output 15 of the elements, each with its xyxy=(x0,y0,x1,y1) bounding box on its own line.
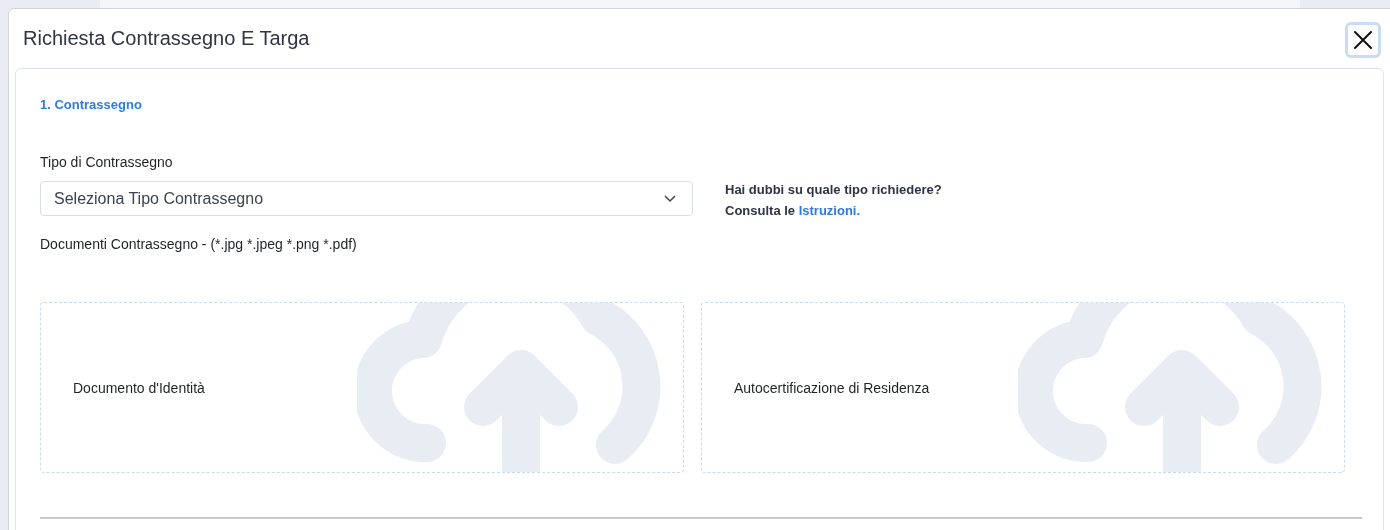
instructions-link[interactable]: Istruzioni. xyxy=(798,203,861,218)
section-heading: 1. Contrassegno xyxy=(40,97,143,112)
upload-dropzone[interactable]: Documento d'Identità xyxy=(40,302,684,473)
documents-label: Documenti Contrassegno - (*.jpg *.jpeg *.png *.pdf) xyxy=(40,236,358,252)
upload-label: Autocertificazione di Residenza xyxy=(734,379,930,396)
chevron-down-icon xyxy=(664,194,676,203)
close-button[interactable] xyxy=(1345,21,1381,58)
help-text: Consulta le Istruzioni. xyxy=(725,203,862,218)
upload-label: Documento d'Identità xyxy=(73,379,205,396)
type-select[interactable]: Seleziona Tipo Contrassegno xyxy=(40,181,693,216)
upload-dropzone[interactable]: Autocertificazione di Residenza xyxy=(701,302,1345,473)
dialog-title: Richiesta Contrassegno E Targa xyxy=(23,27,310,50)
close-icon xyxy=(1354,30,1372,49)
help-question: Hai dubbi su quale tipo richiedere? xyxy=(725,182,942,197)
field-label: Tipo di Contrassegno xyxy=(40,154,174,170)
